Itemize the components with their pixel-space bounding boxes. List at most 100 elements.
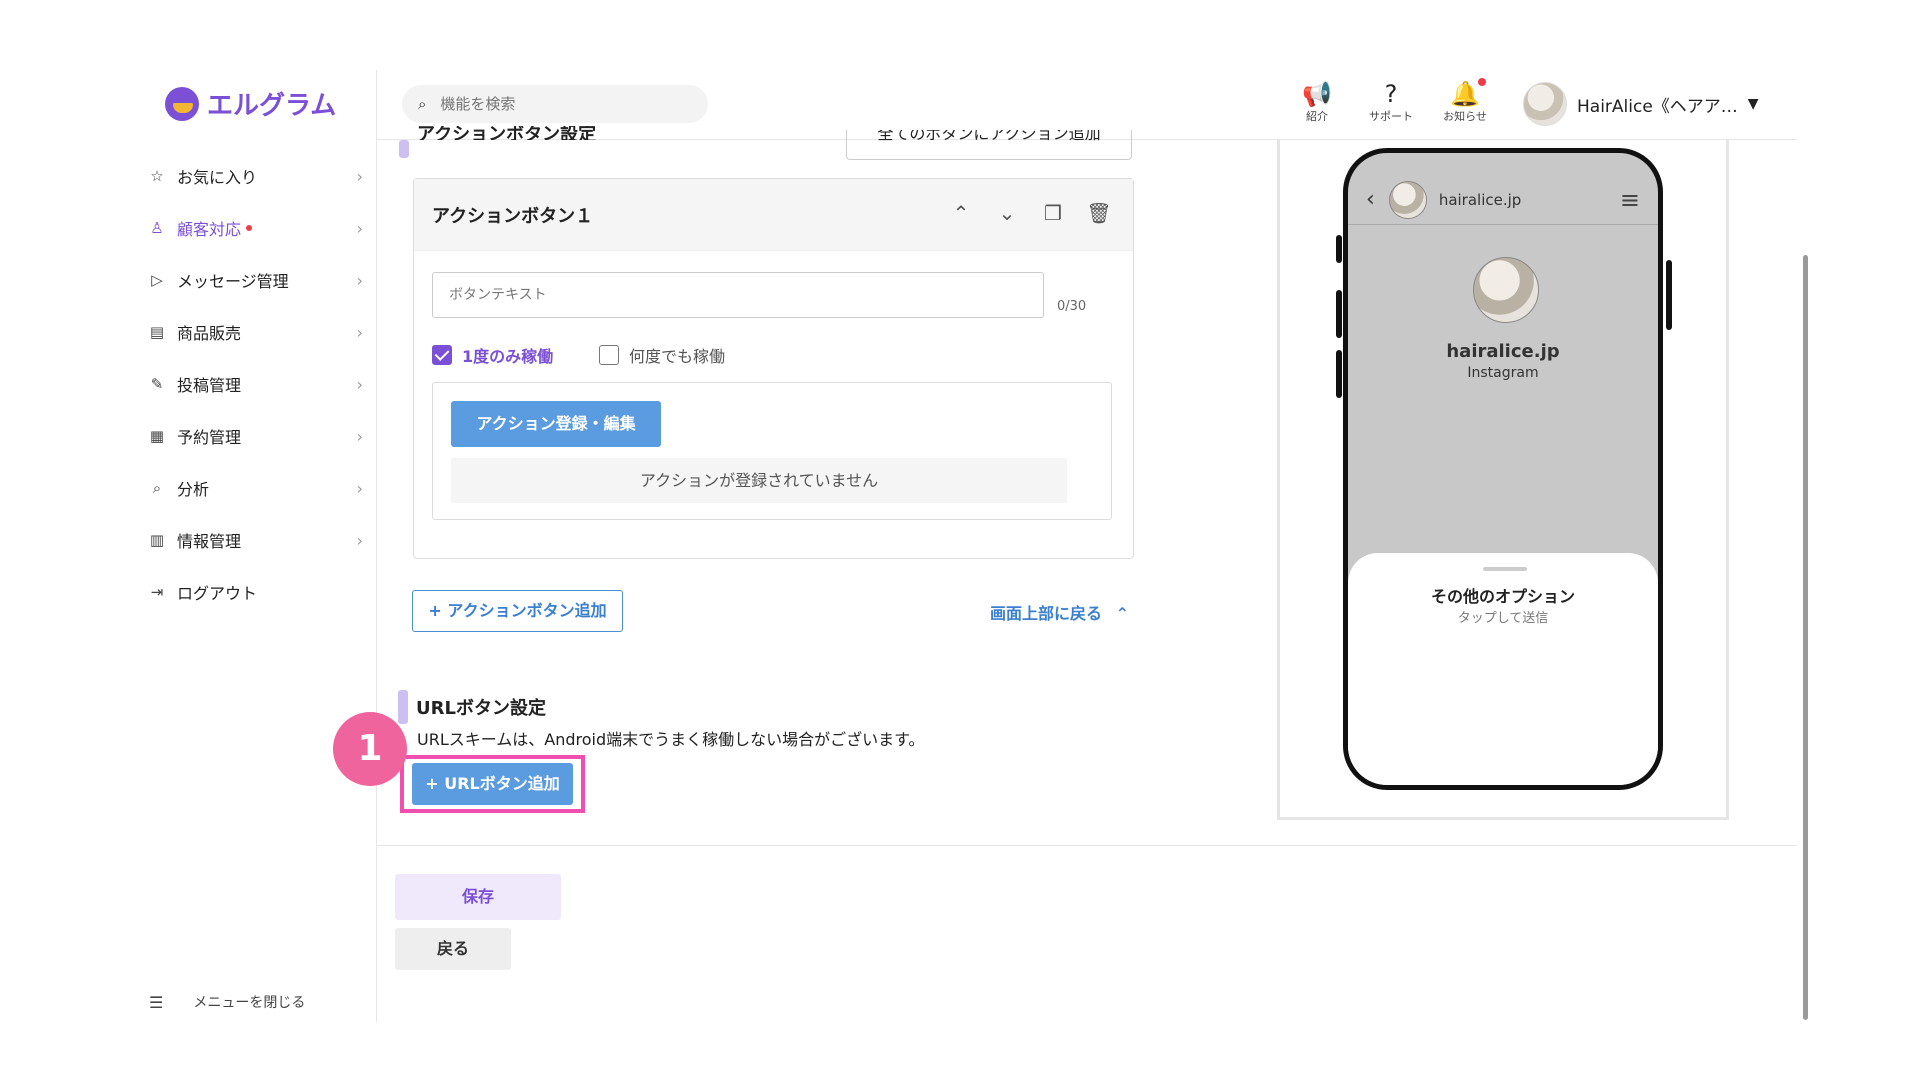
close-menu-button[interactable]: ☰ メニューを閉じる xyxy=(149,982,305,1022)
sidebar-item[interactable]: ⇥ ログアウト xyxy=(125,566,377,618)
back-to-top-link[interactable]: 画面上部に戻る ⌃ xyxy=(990,600,1129,624)
trash-icon[interactable]: 🗑 xyxy=(1085,199,1113,227)
move-up-icon[interactable]: ⌃ xyxy=(947,199,975,227)
header-icon-label: お知らせ xyxy=(1443,110,1487,123)
header-icon-label: サポート xyxy=(1369,110,1413,123)
chevron-up-icon: ⌃ xyxy=(1115,604,1129,623)
save-button[interactable]: 保存 xyxy=(395,874,561,920)
notification-dot xyxy=(1477,78,1486,86)
sidebar-item[interactable]: ▷ メッセージ管理 › xyxy=(125,254,377,306)
phone-profile-name: hairalice.jp xyxy=(1446,341,1560,362)
sidebar-item[interactable]: ⌕ 分析 › xyxy=(125,462,377,514)
header-icon-button[interactable]: ? サポート xyxy=(1364,80,1418,124)
sidebar-item-label: 商品販売 xyxy=(177,324,242,343)
section-title-action: アクションボタン設定 xyxy=(417,126,597,140)
search-box[interactable]: ⌕ xyxy=(402,85,708,123)
checkbox-unchecked-icon xyxy=(599,345,619,365)
step-badge: 1 xyxy=(333,712,407,786)
add-action-button[interactable]: + アクションボタン追加 xyxy=(412,590,623,632)
sidebar-item-label: 顧客対応 xyxy=(177,220,242,239)
user-name: HairAlice《ヘアア… xyxy=(1577,96,1738,117)
back-button[interactable]: 戻る xyxy=(395,928,511,970)
sheet-subtitle: タップして送信 xyxy=(1457,611,1549,626)
notification-dot xyxy=(246,225,253,231)
edit-icon: ✎ xyxy=(150,375,164,393)
action-panel: アクション登録・編集 アクションが登録されていません xyxy=(432,382,1112,520)
sidebar-item-label: 投稿管理 xyxy=(177,376,242,395)
sidebar-item-label: 分析 xyxy=(177,480,210,499)
chevron-right-icon: › xyxy=(356,218,363,238)
empty-action-message: アクションが登録されていません xyxy=(451,458,1067,503)
chevron-right-icon: › xyxy=(356,374,363,394)
megaphone-icon: 📢 xyxy=(1302,80,1332,108)
chevron-right-icon: › xyxy=(356,270,363,290)
header-icon-button[interactable]: 🔔 お知らせ xyxy=(1438,78,1492,124)
back-arrow-icon: ‹ xyxy=(1366,187,1375,212)
logo-icon xyxy=(165,86,199,121)
sidebar-item-label: 情報管理 xyxy=(177,532,242,551)
add-all-action-label: 全てのボタンにアクション追加 xyxy=(877,130,1101,143)
move-down-icon[interactable]: ⌄ xyxy=(993,199,1021,227)
sheet-handle xyxy=(1483,567,1527,571)
sidebar-item[interactable]: ▤ 商品販売 › xyxy=(125,306,377,358)
sidebar-item[interactable]: ▥ 情報管理 › xyxy=(125,514,377,566)
sidebar-item-label: お気に入り xyxy=(177,168,258,187)
sidebar: エルグラム ☆ お気に入り › ♙ 顧客対応 › ▷ メッセージ管理 › ▤ 商品販売 › ✎ 投稿管理 ›… xyxy=(125,70,377,1022)
search-input[interactable] xyxy=(440,95,681,113)
copy-icon[interactable]: ❐ xyxy=(1039,199,1067,227)
bell-icon: 🔔 xyxy=(1450,78,1486,108)
search-icon: ⌕ xyxy=(418,95,427,113)
sidebar-item[interactable]: ✎ 投稿管理 › xyxy=(125,358,377,410)
phone-side-button xyxy=(1336,290,1342,338)
once-checkbox[interactable]: 1度のみ稼働 xyxy=(432,343,553,367)
user-icon: ♙ xyxy=(150,219,164,237)
chevron-right-icon: › xyxy=(356,322,363,342)
char-counter: 0/30 xyxy=(1057,299,1087,314)
phone-mockup: ‹ hairalice.jp ≡ hairalice.jp Instagram … xyxy=(1343,148,1663,790)
phone-side-button xyxy=(1336,350,1342,398)
card-title: アクションボタン１ xyxy=(432,205,594,227)
avatar xyxy=(1523,82,1567,126)
button-text-input[interactable]: ボタンテキスト xyxy=(432,272,1044,318)
phone-avatar-small xyxy=(1388,180,1427,219)
phone-handle: hairalice.jp xyxy=(1438,190,1522,209)
sidebar-item[interactable]: ☆ お気に入り › xyxy=(125,150,377,202)
header-icons: 📢 紹介 ? サポート 🔔 お知らせ xyxy=(1290,78,1492,124)
chevron-right-icon: › xyxy=(356,530,363,550)
bell-icon-glyph: 🔔 xyxy=(1450,80,1480,108)
phone-avatar xyxy=(1473,257,1539,323)
header-icon-button[interactable]: 📢 紹介 xyxy=(1290,80,1344,124)
sidebar-item[interactable]: ▦ 予約管理 › xyxy=(125,410,377,462)
action-button-card: アクションボタン１ ⌃ ⌄ ❐ 🗑 ボタンテキスト 0/30 1度のみ稼働 何度… xyxy=(413,178,1134,559)
user-menu[interactable]: HairAlice《ヘアア… ▼ xyxy=(1523,82,1759,126)
phone-profile-sub: Instagram xyxy=(1467,365,1539,381)
send-icon: ▷ xyxy=(151,271,163,289)
add-all-action-button[interactable]: 全てのボタンにアクション追加 xyxy=(846,130,1132,160)
chevron-right-icon: › xyxy=(356,166,363,186)
sidebar-item-label: ログアウト xyxy=(177,584,258,603)
sidebar-nav: ☆ お気に入り › ♙ 顧客対応 › ▷ メッセージ管理 › ▤ 商品販売 › ✎ 投稿管理 › ▦ 予約管理 ›… xyxy=(125,150,377,618)
add-url-button[interactable]: + URLボタン追加 xyxy=(412,763,573,805)
app-logo[interactable]: エルグラム xyxy=(165,85,336,122)
caret-down-icon: ▼ xyxy=(1747,96,1759,112)
url-section-description: URLスキームは、Android端末でうまく稼働しない場合がございます。 xyxy=(417,730,925,749)
calendar-icon: ▦ xyxy=(149,427,165,445)
many-checkbox[interactable]: 何度でも稼働 xyxy=(599,343,725,367)
megaphone-icon-glyph: 📢 xyxy=(1302,80,1332,108)
sidebar-item-label: 予約管理 xyxy=(177,428,242,447)
register-action-button[interactable]: アクション登録・編集 xyxy=(451,401,661,447)
many-label: 何度でも稼働 xyxy=(629,347,726,366)
menu-collapse-icon: ☰ xyxy=(149,992,164,1012)
footer-divider xyxy=(377,845,1797,846)
header-icon-label: 紹介 xyxy=(1306,110,1328,123)
section-accent xyxy=(399,140,409,158)
star-icon: ☆ xyxy=(150,167,164,185)
phone-header: ‹ hairalice.jp ≡ xyxy=(1348,175,1658,225)
report-icon: ⌕ xyxy=(152,479,162,497)
sidebar-item[interactable]: ♙ 顧客対応 › xyxy=(125,202,377,254)
scrollbar[interactable] xyxy=(1803,255,1808,1020)
url-section-accent xyxy=(398,690,408,724)
chart-icon: ▥ xyxy=(149,531,165,549)
sheet-title: その他のオプション xyxy=(1430,587,1575,606)
back-to-top-label: 画面上部に戻る xyxy=(990,604,1103,623)
